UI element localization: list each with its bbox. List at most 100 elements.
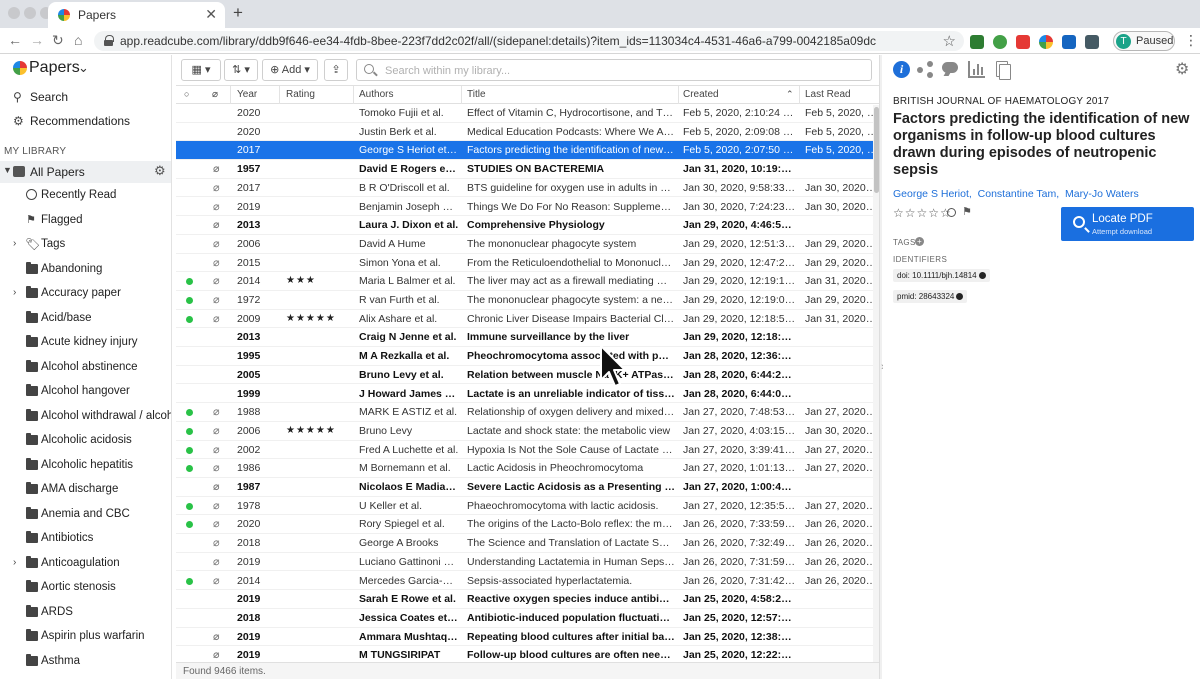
extension-icon[interactable] [970,35,984,49]
table-row[interactable]: 2017 George S Heriot et al. Factors predic… [176,141,879,161]
table-row[interactable]: ⌀ 1986 M Bornemann et al. Lactic Acidosis i… [176,459,879,478]
star-rating[interactable]: ☆☆☆☆☆ [893,206,952,220]
created-column-header[interactable]: Created [683,89,719,100]
table-row[interactable]: ⌀ 2019 M TUNGSIRIPAT Follow-up blood cultur… [176,646,879,662]
unread-dot-icon[interactable] [186,204,193,211]
table-row[interactable]: 2018 Jessica Coates et al. Antibiotic-indu… [176,609,879,628]
unread-dot-icon[interactable] [186,652,193,659]
table-row[interactable]: ⌀ 2018 George A Brooks The Science and Tran… [176,534,879,553]
unread-dot-icon[interactable] [186,577,193,585]
unread-dot-icon[interactable] [186,465,193,473]
unread-dot-icon[interactable] [186,129,193,136]
author-link[interactable]: Constantine Tam, [978,188,1060,200]
profile-button[interactable]: T Paused [1113,31,1175,51]
doi-identifier[interactable]: doi: 10.1111/bjh.14814 [893,269,990,282]
unread-dot-icon[interactable] [186,297,193,304]
table-row[interactable]: ⌀ 1957 David E Rogers et al. STUDIES ON BAC… [176,160,879,179]
table-row[interactable]: ⌀ 1972 R van Furth et al. The mononuclear p… [176,291,879,310]
expand-caret-icon[interactable]: › [13,287,16,298]
add-tag-icon[interactable]: + [915,237,924,246]
sidebar-item[interactable]: Alcohol abstinence [0,357,171,379]
unread-dot-icon[interactable] [186,260,193,267]
table-row[interactable]: 2020 Tomoko Fujii et al. Effect of Vitamin… [176,104,879,123]
author-link[interactable]: George S Heriot, [893,188,972,200]
sort-button[interactable]: ⇅ ▾ [224,59,258,81]
home-button[interactable]: ⌂ [74,32,82,48]
table-row[interactable]: ⌀ 2014 Mercedes Garcia-Alvare... Sepsis-ass… [176,572,879,591]
new-tab-button[interactable]: + [233,3,243,23]
unread-dot-icon[interactable] [186,334,193,341]
add-button[interactable]: ⊕ Add ▾ [262,59,318,81]
unread-dot-icon[interactable] [186,615,193,622]
sidebar-item[interactable]: Acid/base [0,308,171,330]
table-row[interactable]: ⌀ 2019 Ammara Mushtaq et al. Repeating bloo… [176,628,879,647]
gear-icon[interactable]: ⚙ [1175,61,1192,78]
unread-toggle-icon[interactable] [947,208,956,217]
sidebar-item[interactable]: Aspirin plus warfarin [0,626,171,648]
window-minimize-button[interactable] [24,7,36,19]
sidebar-item[interactable]: Aortic stenosis [0,577,171,599]
url-field[interactable]: app.readcube.com/library/ddb9f646-ee34-4… [94,31,964,51]
view-mode-button[interactable]: ▦ ▾ [181,59,221,81]
table-row[interactable]: 2013 Craig N Jenne et al. Immune surveilla… [176,328,879,348]
table-row[interactable]: ⌀ 2009 ★★★★★ Alix Ashare et al. Chronic Live… [176,310,879,329]
app-name[interactable]: Papers [29,59,80,77]
table-row[interactable]: ⌀ 2020 Rory Spiegel et al. The origins of t… [176,515,879,535]
sidebar-item[interactable]: Alcoholic acidosis [0,430,171,452]
title-column-header[interactable]: Title [467,89,486,100]
chevron-down-icon[interactable]: ⌄ [78,60,89,76]
sidebar-item[interactable]: ⚑ Flagged [0,210,171,232]
unread-dot-icon[interactable] [186,353,193,360]
unread-dot-icon[interactable] [186,315,193,323]
table-row[interactable]: 2019 Sarah E Rowe et al. Reactive oxygen s… [176,590,879,609]
sidebar-item[interactable]: Abandoning [0,259,171,281]
evernote-extension-icon[interactable] [993,35,1007,49]
sidebar-search-link[interactable]: ⚲ Search [0,86,171,108]
sidebar-item[interactable]: ARDS [0,602,171,624]
info-icon[interactable]: i [893,61,910,78]
table-row[interactable]: ⌀ 2006 ★★★★★ Bruno Levy Lactate and shock st… [176,422,879,441]
expand-caret-icon[interactable]: ▼ [3,165,12,175]
table-row[interactable]: ⌀ 1988 MARK E ASTIZ et al. Relationship of … [176,403,879,422]
table-row[interactable]: 2020 Justin Berk et al. Medical Education … [176,123,879,142]
sidebar-recommendations-link[interactable]: ⚙ Recommendations [0,110,171,132]
expand-caret-icon[interactable]: › [13,557,16,568]
pmid-identifier[interactable]: pmid: 28643324 [893,290,968,303]
sidebar-item[interactable]: Anemia and CBC [0,504,171,526]
sidebar-item[interactable]: Antibiotics [0,528,171,550]
unread-dot-icon[interactable] [186,185,193,192]
share-icon[interactable] [917,61,934,78]
unread-dot-icon[interactable] [186,372,193,379]
unread-dot-icon[interactable] [186,427,193,435]
sidebar-item[interactable]: AMA discharge [0,479,171,501]
reload-button[interactable]: ↻ [52,32,64,49]
extension-icon[interactable] [1062,35,1076,49]
table-row[interactable]: ⌀ 1978 U Keller et al. Phaeochromocytoma wi… [176,497,879,516]
table-row[interactable]: ⌀ 1987 Nicolaos E Madias et al. Severe Lact… [176,478,879,497]
sidebar-item[interactable]: › Anticoagulation [0,553,171,575]
unread-dot-icon[interactable] [186,166,193,173]
table-row[interactable]: ⌀ 2019 Luciano Gattinoni et al. Understandi… [176,553,879,572]
unread-dot-icon[interactable] [186,502,193,510]
author-link[interactable]: Mary-Jo Waters [1065,188,1139,200]
unread-dot-icon[interactable] [186,222,193,229]
sidebar-item[interactable]: Alcohol withdrawal / alcohol [0,406,171,428]
unread-dot-icon[interactable] [186,634,193,641]
sidebar-item-all-papers[interactable]: ▼ All Papers ⚙ [0,161,171,183]
back-button[interactable]: ← [8,32,22,48]
unread-dot-icon[interactable] [186,391,193,398]
unread-column-header[interactable]: ○ [184,89,189,99]
library-search-input[interactable] [385,63,855,78]
rating-column-header[interactable]: Rating [286,89,315,100]
unread-dot-icon[interactable] [186,484,193,491]
unread-dot-icon[interactable] [186,521,193,529]
sidebar-item[interactable]: › Accuracy paper [0,283,171,305]
gear-icon[interactable]: ⚙ [154,163,166,179]
metrics-icon[interactable] [968,61,985,78]
unread-dot-icon[interactable] [186,596,193,603]
browser-menu-icon[interactable]: ⋮ [1184,32,1198,49]
supplements-icon[interactable] [994,61,1011,80]
close-tab-icon[interactable]: ✕ [205,6,217,23]
readcube-extension-icon[interactable] [1039,35,1053,49]
table-row[interactable]: ⌀ 2019 Benjamin Joseph Moss ... Things We D… [176,198,879,217]
